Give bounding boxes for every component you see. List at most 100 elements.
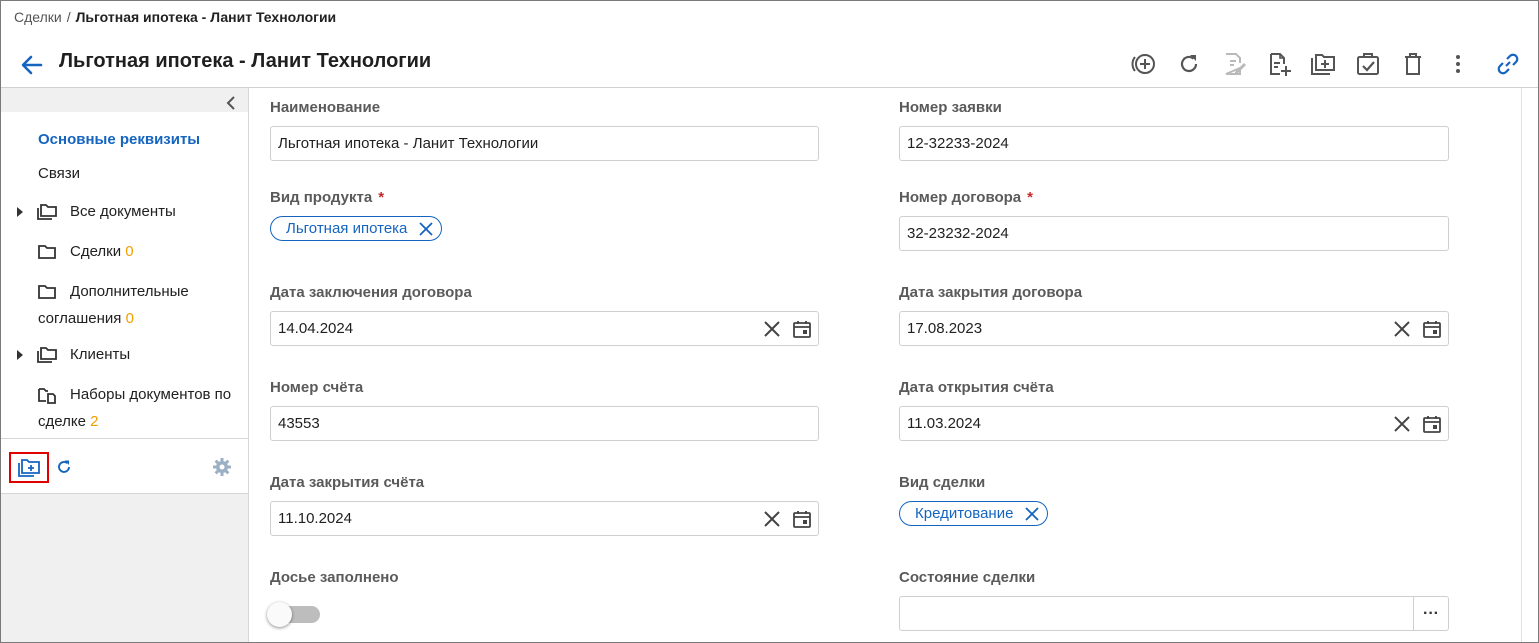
add-document-icon <box>1270 53 1291 76</box>
product-type-label-text: Вид продукта <box>270 189 373 206</box>
folders-icon <box>37 203 57 220</box>
sidebar-item-count: 0 <box>125 243 134 260</box>
sidebar-item-deals[interactable]: Сделки 0 <box>1 238 248 265</box>
edit-document-icon <box>1225 53 1246 75</box>
close-icon[interactable] <box>1025 507 1040 521</box>
sidebar-item-label: Связи <box>38 165 81 182</box>
application-number-field[interactable]: 12-32233-2024 <box>899 126 1449 161</box>
delete-icon <box>1405 53 1421 75</box>
edit-document-button[interactable] <box>1219 49 1249 79</box>
contract-number-label: Номер договора * <box>899 189 1033 206</box>
scrollbar[interactable] <box>1521 88 1538 642</box>
contract-close-date-field[interactable]: 17.08.2023 <box>899 311 1449 346</box>
contract-number-field[interactable]: 32-23232-2024 <box>899 216 1449 251</box>
add-button[interactable] <box>1128 49 1158 79</box>
breadcrumb: Сделки / Льготная ипотека - Ланит Технолог… <box>14 9 336 25</box>
account-number-field[interactable]: 43553 <box>270 406 819 441</box>
clear-icon[interactable] <box>1392 319 1412 339</box>
name-label: Наименование <box>270 99 381 116</box>
add-folder-icon <box>1311 54 1335 75</box>
link-icon <box>1497 53 1519 75</box>
sidebar-item-label-cont: соглашения <box>38 310 122 327</box>
add-folder-button[interactable] <box>9 452 49 483</box>
deal-state-label: Состояние сделки <box>899 569 1036 586</box>
calendar-icon[interactable] <box>792 319 812 339</box>
caret-right-icon[interactable] <box>15 349 25 360</box>
clear-icon[interactable] <box>762 319 782 339</box>
app-window: Сделки / Льготная ипотека - Ланит Технолог… <box>0 0 1539 643</box>
sidebar-item-label: Все документы <box>70 203 176 220</box>
add-folder-icon <box>18 458 40 477</box>
name-field[interactable]: Льготная ипотека - Ланит Технологии <box>270 126 819 161</box>
add-document-button[interactable] <box>1264 49 1294 79</box>
deal-type-label: Вид сделки <box>899 474 986 491</box>
sidebar-footer <box>1 438 248 494</box>
contract-close-date-label: Дата закрытия договора <box>899 284 1083 301</box>
refresh-button[interactable] <box>1174 49 1204 79</box>
calendar-icon[interactable] <box>1422 319 1442 339</box>
account-close-date-value: 11.10.2024 <box>278 510 352 527</box>
sidebar-item-count: 2 <box>90 413 99 430</box>
add-folder-button[interactable] <box>1308 49 1338 79</box>
task-check-icon <box>1357 53 1379 75</box>
clear-icon[interactable] <box>762 509 782 529</box>
account-number-label: Номер счёта <box>270 379 364 396</box>
calendar-icon[interactable] <box>1422 414 1442 434</box>
account-close-date-field[interactable]: 11.10.2024 <box>270 501 819 536</box>
add-circle-icon <box>1131 54 1155 74</box>
sidebar-item-count: 0 <box>125 310 134 327</box>
product-type-label: Вид продукта * <box>270 189 384 206</box>
account-open-date-field[interactable]: 11.03.2024 <box>899 406 1449 441</box>
breadcrumb-separator: / <box>66 9 71 25</box>
more-options-button[interactable] <box>1443 49 1473 79</box>
deal-type-chip-label: Кредитование <box>915 505 1014 522</box>
required-marker: * <box>378 189 385 206</box>
sidebar-item-document-sets[interactable]: Наборы документов по сделке 2 <box>1 381 248 435</box>
sidebar-item-label: Дополнительные <box>70 283 189 300</box>
more-vertical-icon <box>1456 55 1460 73</box>
sidebar-item-label: Сделки <box>70 243 122 260</box>
account-open-date-label: Дата открытия счёта <box>899 379 1054 396</box>
folder-icon <box>38 244 56 259</box>
account-open-date-value: 11.03.2024 <box>907 415 981 432</box>
dossier-complete-label: Досье заполнено <box>270 569 399 586</box>
sidebar-item-main-details[interactable]: Основные реквизиты <box>1 126 248 153</box>
contract-number-label-text: Номер договора <box>899 189 1022 206</box>
breadcrumb-root[interactable]: Сделки <box>14 9 62 25</box>
sidebar-item-label: Наборы документов по <box>70 386 232 403</box>
contract-close-date-value: 17.08.2023 <box>907 320 983 337</box>
toggle-knob <box>267 602 292 627</box>
close-icon[interactable] <box>419 222 434 236</box>
application-number-label: Номер заявки <box>899 99 1002 116</box>
required-marker: * <box>1027 189 1033 206</box>
caret-right-icon[interactable] <box>15 206 25 217</box>
refresh-tree-button[interactable] <box>54 457 74 477</box>
sidebar-collapse-button[interactable] <box>221 94 241 112</box>
folders-icon <box>37 346 57 363</box>
contract-date-field[interactable]: 14.04.2024 <box>270 311 819 346</box>
gear-icon <box>213 458 231 476</box>
task-check-button[interactable] <box>1353 49 1383 79</box>
delete-button[interactable] <box>1398 49 1428 79</box>
clear-icon[interactable] <box>1392 414 1412 434</box>
sidebar-item-all-documents[interactable]: Все документы <box>1 198 248 225</box>
sidebar-item-label: Основные реквизиты <box>38 131 201 148</box>
calendar-icon[interactable] <box>792 509 812 529</box>
copy-link-button[interactable] <box>1493 49 1523 79</box>
sidebar: Основные реквизиты Связи Все документы С… <box>1 88 249 642</box>
deal-state-select-button[interactable]: ··· <box>1413 596 1449 631</box>
refresh-icon <box>1180 55 1198 73</box>
folder-icon <box>38 284 56 299</box>
deal-type-chip[interactable]: Кредитование <box>899 501 1049 526</box>
sidebar-nav: Основные реквизиты Связи Все документы С… <box>1 112 248 438</box>
settings-button[interactable] <box>212 457 232 477</box>
dossier-complete-toggle[interactable] <box>267 602 321 628</box>
sidebar-item-label-cont: сделке <box>38 413 86 430</box>
deal-state-field[interactable] <box>899 596 1414 631</box>
refresh-icon <box>58 460 70 473</box>
product-type-chip[interactable]: Льготная ипотека <box>270 216 443 241</box>
sidebar-item-links[interactable]: Связи <box>1 160 248 187</box>
sidebar-item-clients[interactable]: Клиенты <box>1 341 248 368</box>
sidebar-item-supplementary-agreements[interactable]: Дополнительные соглашения 0 <box>1 278 248 332</box>
account-close-date-label: Дата закрытия счёта <box>270 474 425 491</box>
